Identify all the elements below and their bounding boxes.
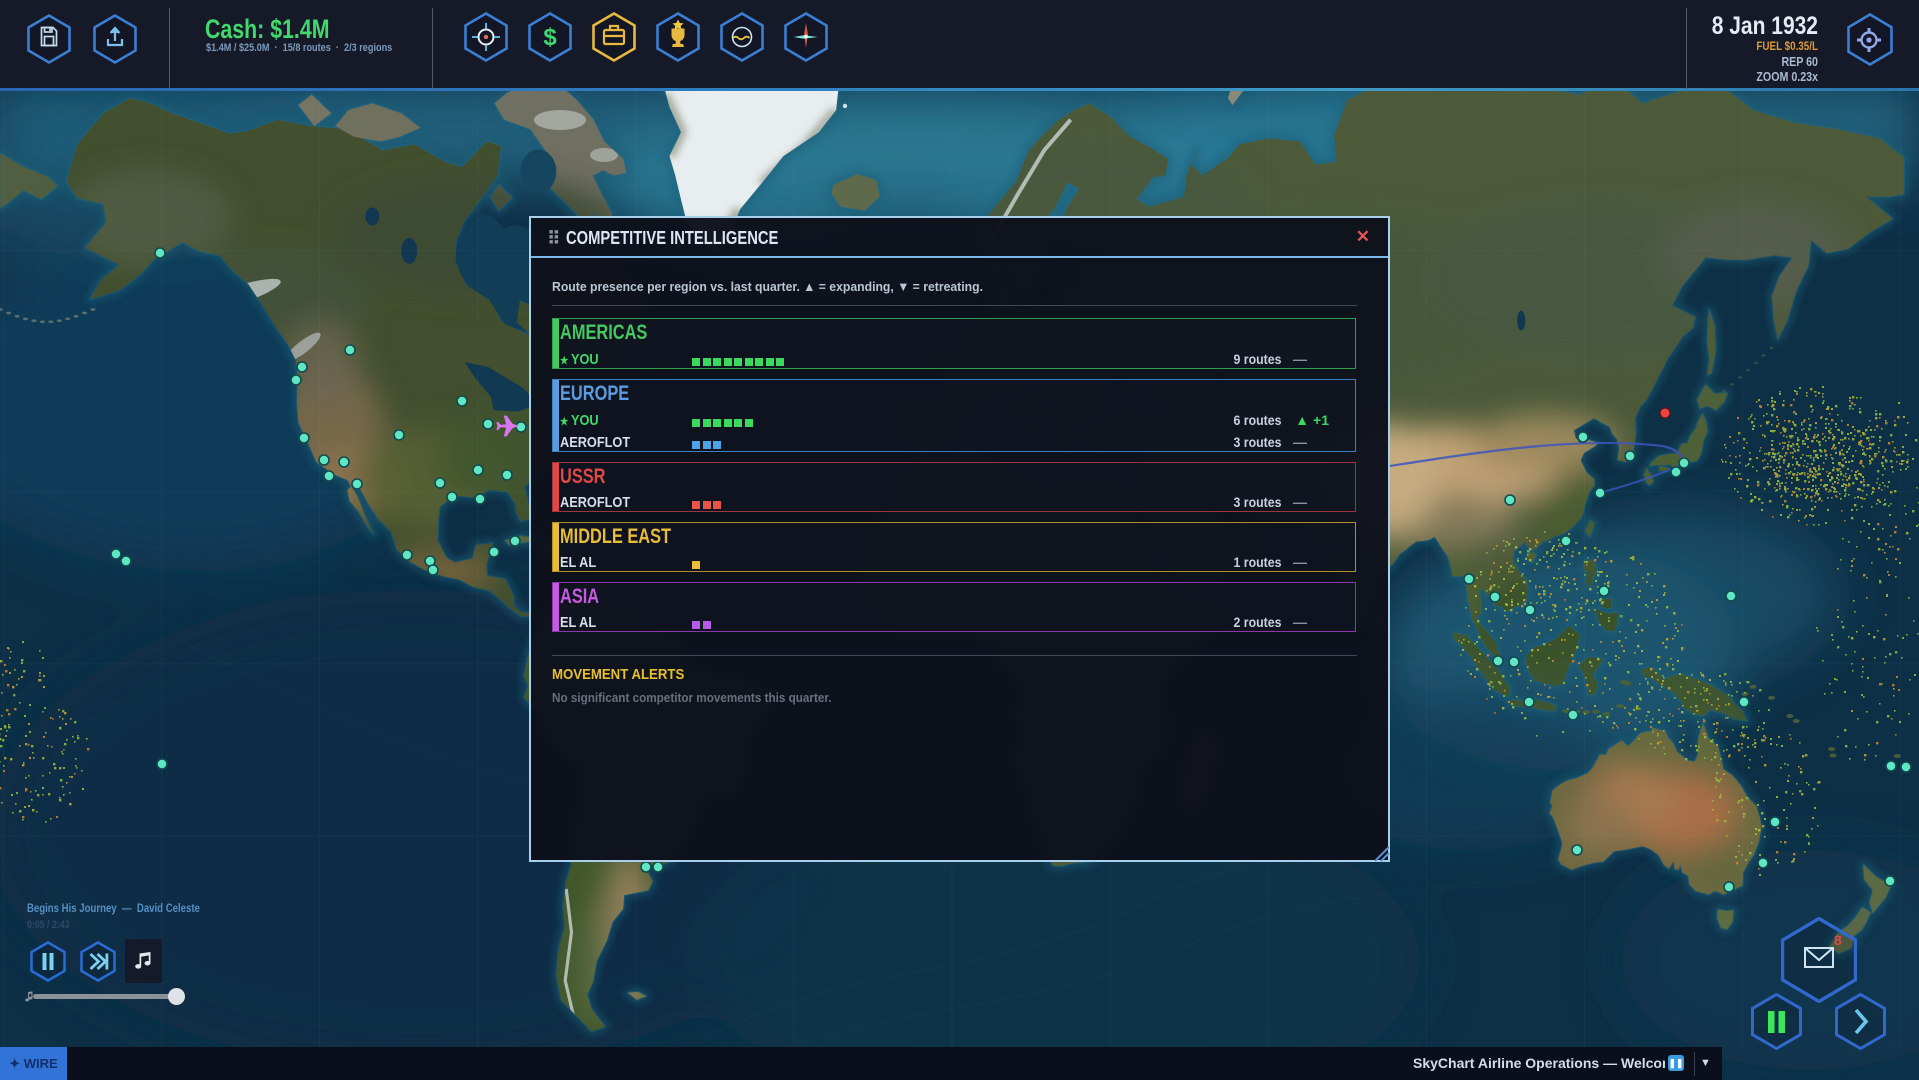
svg-text:8: 8 xyxy=(1834,932,1842,948)
svg-text:$: $ xyxy=(543,24,557,51)
